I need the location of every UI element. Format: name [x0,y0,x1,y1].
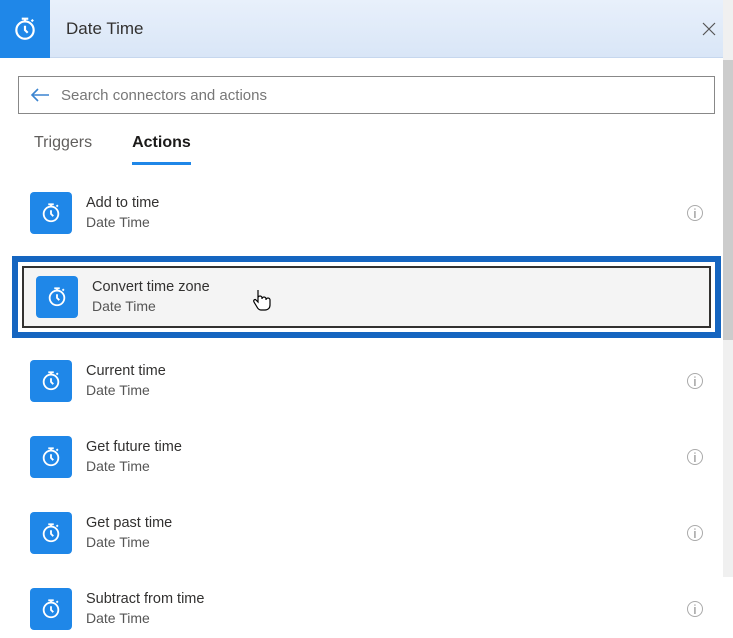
tab-triggers[interactable]: Triggers [34,134,92,165]
tab-actions[interactable]: Actions [132,134,191,165]
selection-highlight: Convert time zone Date Time [12,256,721,338]
action-text: Subtract from time Date Time [86,590,673,627]
action-title: Current time [86,362,673,381]
action-text: Convert time zone Date Time [92,278,697,315]
close-icon [701,21,717,37]
dialog-title: Date Time [50,19,685,39]
arrow-left-icon [29,86,51,104]
action-icon-box [30,192,72,234]
search-box [18,76,715,114]
action-title: Subtract from time [86,590,673,609]
connector-icon-box [0,0,50,58]
action-icon-box [36,276,78,318]
action-icon-box [30,512,72,554]
action-get-past-time[interactable]: Get past time Date Time i [18,504,715,562]
dialog-header: Date Time [0,0,733,58]
scrollbar-thumb[interactable] [723,60,733,340]
info-icon[interactable]: i [687,449,703,465]
action-text: Get future time Date Time [86,438,673,475]
info-icon[interactable]: i [687,525,703,541]
info-icon[interactable]: i [687,373,703,389]
action-icon-box [30,588,72,630]
action-text: Current time Date Time [86,362,673,399]
action-subtitle: Date Time [86,213,673,231]
action-text: Add to time Date Time [86,194,673,231]
action-subtitle: Date Time [92,297,697,315]
clock-icon [40,446,62,468]
vertical-scrollbar[interactable] [723,0,733,577]
clock-icon [40,202,62,224]
back-button[interactable] [29,86,51,104]
clock-icon [46,286,68,308]
info-icon[interactable]: i [687,601,703,617]
clock-icon [12,16,38,42]
action-title: Convert time zone [92,278,697,297]
action-title: Add to time [86,194,673,213]
action-icon-box [30,360,72,402]
action-title: Get past time [86,514,673,533]
clock-icon [40,370,62,392]
action-current-time[interactable]: Current time Date Time i [18,352,715,410]
action-subtitle: Date Time [86,457,673,475]
info-icon[interactable]: i [687,205,703,221]
clock-icon [40,522,62,544]
action-get-future-time[interactable]: Get future time Date Time i [18,428,715,486]
action-text: Get past time Date Time [86,514,673,551]
search-input[interactable] [61,87,704,104]
action-title: Get future time [86,438,673,457]
action-subtitle: Date Time [86,609,673,627]
action-list: Add to time Date Time i Convert time zon… [18,166,715,638]
action-subtitle: Date Time [86,381,673,399]
action-subtitle: Date Time [86,533,673,551]
action-convert-time-zone[interactable]: Convert time zone Date Time [22,266,711,328]
action-subtract-from-time[interactable]: Subtract from time Date Time i [18,580,715,638]
action-add-to-time[interactable]: Add to time Date Time i [18,184,715,242]
action-icon-box [30,436,72,478]
clock-icon [40,598,62,620]
tabs: Triggers Actions [18,114,715,166]
dialog-content: Triggers Actions Add to time Date Time i [0,58,733,638]
